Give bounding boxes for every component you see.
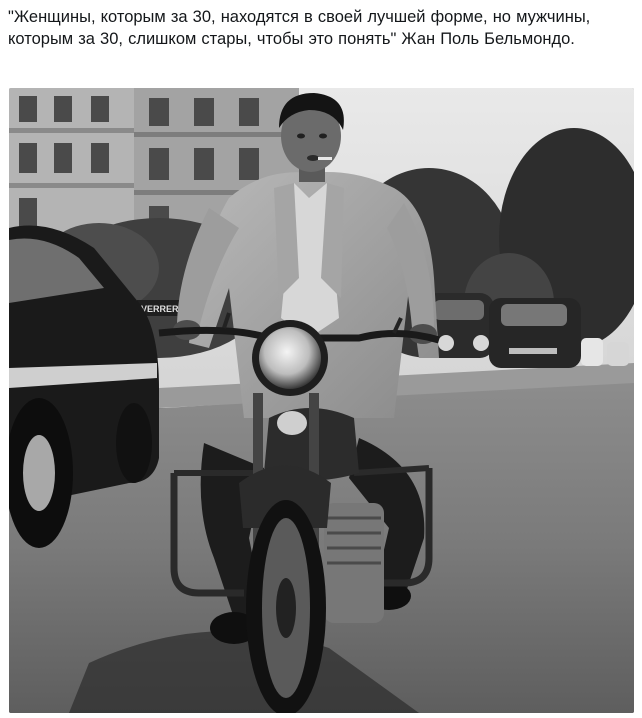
photo-illustration: VERRER (9, 88, 634, 713)
post-text: "Женщины, которым за 30, находятся в сво… (8, 8, 591, 48)
post-photo[interactable]: VERRER (9, 88, 634, 713)
headlight (259, 327, 321, 389)
tweet-post: "Женщины, которым за 30, находятся в сво… (0, 0, 642, 718)
sign-text: VERRER (141, 304, 179, 314)
